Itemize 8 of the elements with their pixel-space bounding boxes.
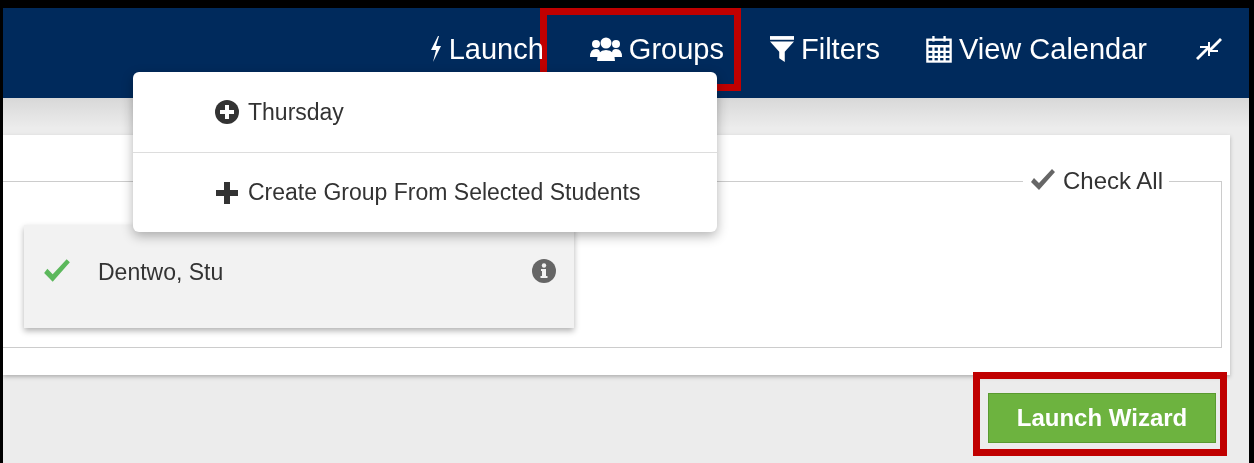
nav-item[interactable]: View Calendar [925,29,1147,69]
nav-item[interactable]: Filters [769,29,880,69]
nav-item[interactable]: Groups [589,29,724,69]
student-card[interactable]: Dentwo, Stu [24,225,574,328]
menu-item[interactable]: Thursday [133,72,717,152]
student-name: Dentwo, Stu [98,259,225,286]
menu-item[interactable]: Create Group From Selected Students [133,152,717,232]
check-all-button[interactable]: Check All [1028,167,1163,195]
